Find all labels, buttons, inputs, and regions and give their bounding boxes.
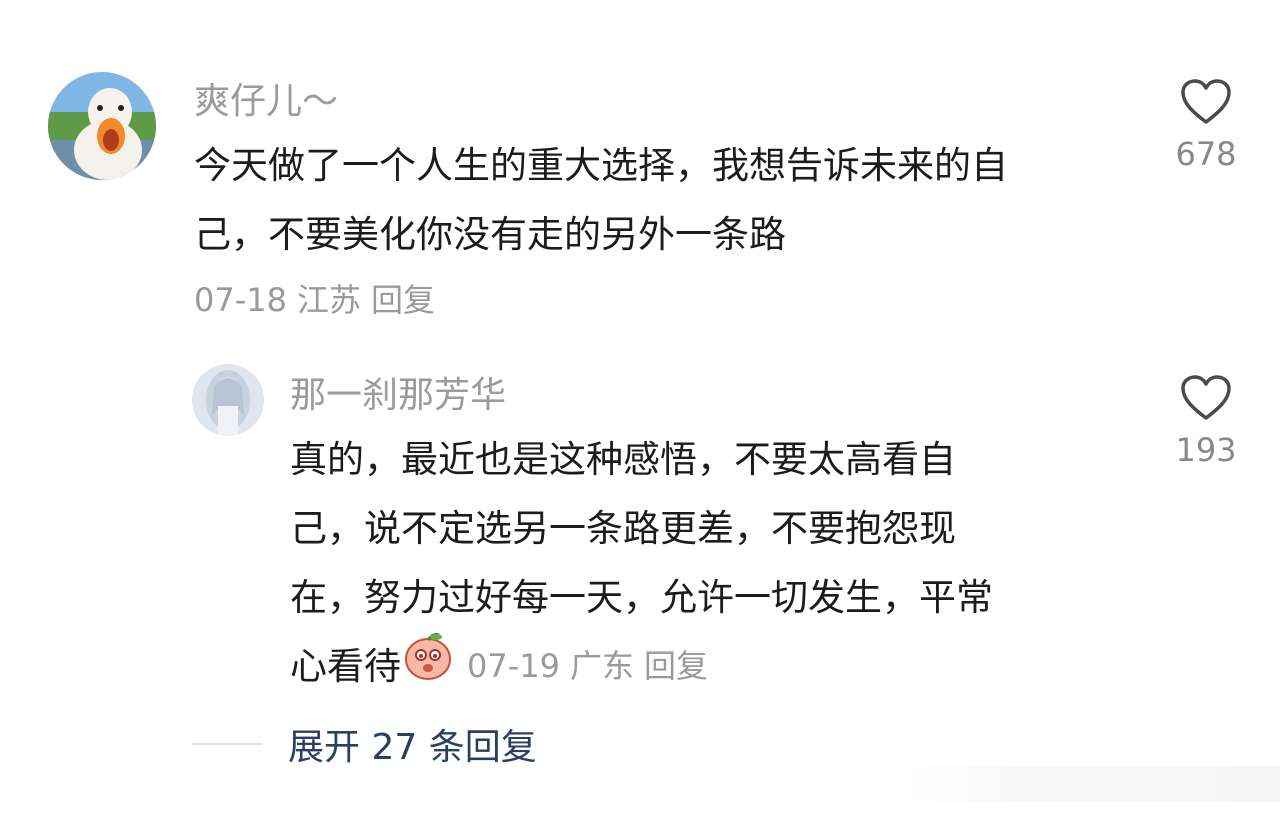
like-count: 678 bbox=[1175, 135, 1237, 173]
reply-last-line: 心看待 07-19 广东 回复 bbox=[290, 632, 993, 701]
reply-line: 心看待 bbox=[290, 645, 401, 688]
comment-text: 今天做了一个人生的重大选择，我想告诉未来的自 己，不要美化你没有走的另外一条路 bbox=[194, 131, 1008, 269]
comment-meta: 07-18 江苏 回复 bbox=[194, 284, 445, 316]
commenter-username[interactable]: 爽仔儿～ bbox=[194, 84, 338, 120]
replier-avatar[interactable] bbox=[192, 364, 264, 436]
comment-location: 江苏 bbox=[296, 281, 361, 319]
heart-outline-icon bbox=[1181, 375, 1231, 420]
reply-reply-button[interactable]: 回复 bbox=[644, 647, 708, 685]
replier-username[interactable]: 那一刹那芳华 bbox=[290, 378, 506, 414]
divider bbox=[192, 743, 262, 745]
reply-like-button[interactable]: 193 bbox=[1151, 374, 1261, 466]
expand-replies-button[interactable]: 展开 27 条回复 bbox=[288, 718, 537, 770]
comment-line: 己，不要美化你没有走的另外一条路 bbox=[194, 213, 786, 256]
heart-outline-icon bbox=[1181, 79, 1231, 124]
reply-like-count: 193 bbox=[1175, 431, 1237, 469]
comment-line: 今天做了一个人生的重大选择，我想告诉未来的自 bbox=[194, 144, 1008, 187]
reply-button[interactable]: 回复 bbox=[371, 281, 435, 319]
reply-line: 己，说不定选另一条路更差，不要抱怨现 bbox=[290, 507, 956, 550]
like-button[interactable]: 678 bbox=[1151, 78, 1261, 170]
reply-line: 真的，最近也是这种感悟，不要太高看自 bbox=[290, 438, 956, 481]
peach-emoji-icon bbox=[403, 631, 453, 703]
expand-replies-row: 展开 27 条回复 bbox=[192, 718, 537, 770]
reply-meta: 07-19 广东 回复 bbox=[467, 632, 718, 701]
comment-date: 07-18 bbox=[194, 281, 287, 319]
watermark-strip bbox=[880, 766, 1280, 802]
reply-location: 广东 bbox=[569, 647, 634, 685]
commenter-avatar[interactable] bbox=[48, 72, 156, 180]
reply-date: 07-19 bbox=[467, 647, 560, 685]
reply-line: 在，努力过好每一天，允许一切发生，平常 bbox=[290, 576, 993, 619]
reply-text: 真的，最近也是这种感悟，不要太高看自 己，说不定选另一条路更差，不要抱怨现 在，… bbox=[290, 425, 993, 701]
